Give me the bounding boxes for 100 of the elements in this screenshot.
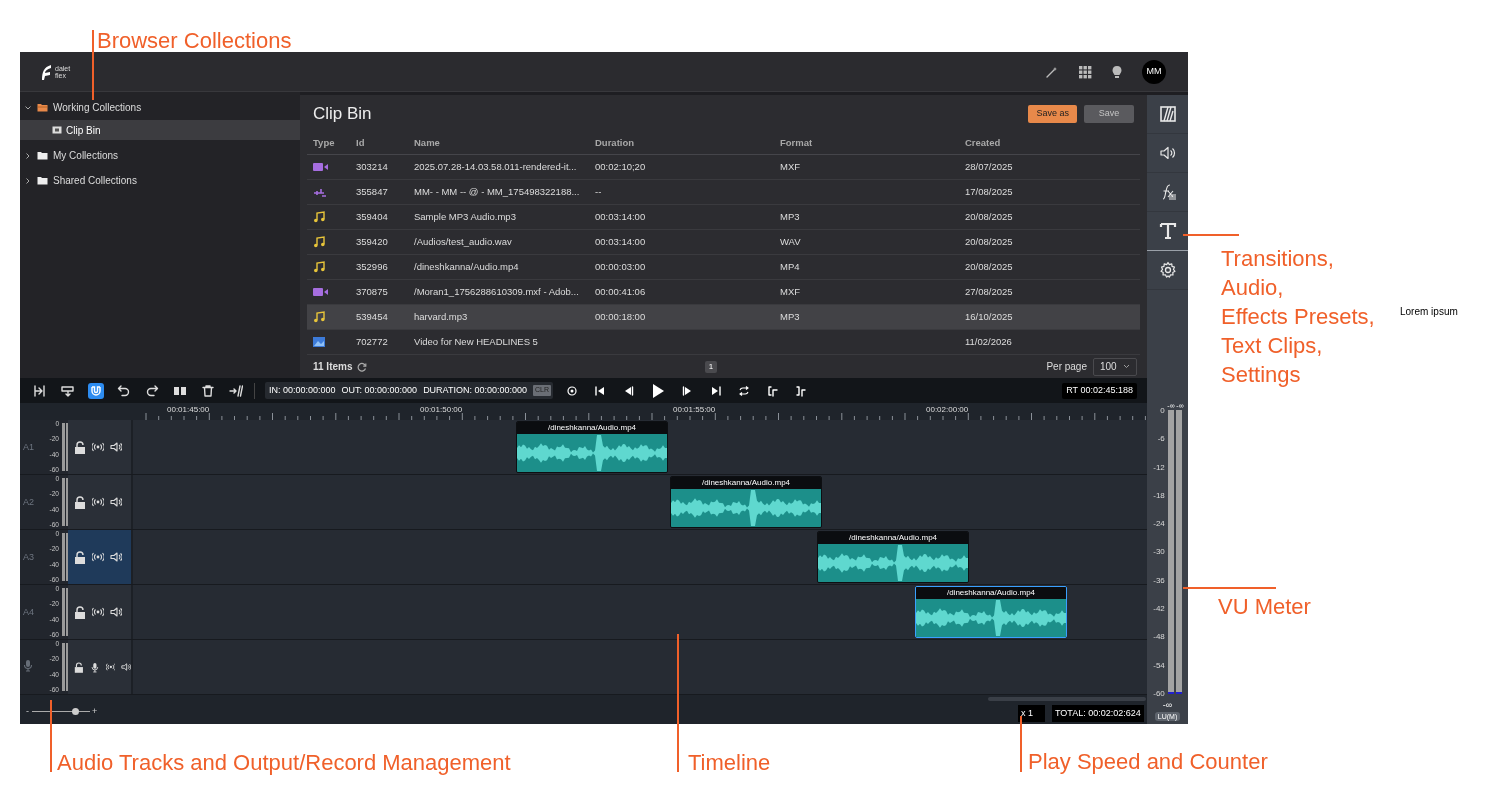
collection-item[interactable]: My Collections (20, 143, 300, 168)
lightbulb-icon[interactable] (1111, 64, 1123, 79)
microphone-icon (22, 659, 34, 672)
skip-end-icon[interactable] (710, 384, 723, 397)
track-lane[interactable]: /dineshkanna/Audio.mp4 (131, 420, 1147, 474)
ruler-label: 00:01:50:00 (420, 404, 463, 416)
column-header[interactable]: Name (414, 136, 595, 151)
table-row[interactable]: 355847 MM- - MM -- @ - MM_175498322188... -- 17/08/2025 (307, 180, 1140, 205)
track-lane[interactable]: /dineshkanna/Audio.mp4 (131, 475, 1147, 529)
column-header[interactable]: Format (780, 136, 965, 151)
refresh-icon[interactable] (357, 361, 368, 372)
track-lane[interactable]: /dineshkanna/Audio.mp4 (131, 585, 1147, 639)
zoom-slider-thumb[interactable] (72, 708, 79, 715)
image-icon (313, 337, 325, 347)
speaker-icon[interactable] (110, 441, 122, 453)
zoom-in-label[interactable]: + (92, 705, 98, 719)
collection-item[interactable]: Clip Bin (20, 120, 300, 140)
table-row[interactable]: 352996 /dineshkanna/Audio.mp4 00:00:03:00 MP4 20/08/2025 (307, 255, 1140, 280)
track-label: A3 (23, 551, 34, 564)
table-row[interactable]: 359420 /Audios/test_audio.wav 00:03:14:00 WAV 20/08/2025 (307, 230, 1140, 255)
padlock-icon[interactable] (74, 440, 86, 454)
table-row[interactable]: 303214 2025.07.28-14.03.58.011-rendered-it... 00:02:10;20 MXF 28/07/2025 (307, 155, 1140, 180)
broadcast-icon[interactable] (92, 606, 104, 618)
music-note-icon (313, 211, 325, 223)
table-cell-text: 00:00:03:00 (595, 259, 647, 274)
page-number[interactable]: 1 (705, 361, 717, 373)
broadcast-icon[interactable] (105, 661, 116, 673)
ruler-label: 00:01:45:00 (167, 404, 210, 416)
microphone-icon[interactable] (89, 660, 100, 674)
play-speed[interactable]: x 1 (1018, 705, 1045, 722)
apps-grid-icon[interactable] (1078, 64, 1092, 79)
callout-label: Play Speed and Counter (1028, 749, 1268, 775)
meter-floor-label: -∞ (1162, 700, 1173, 710)
table-cell-text: 359420 (356, 234, 389, 249)
column-header[interactable]: Type (313, 136, 356, 151)
per-page-select[interactable]: 100 (1093, 357, 1137, 376)
table-cell-text: Video for New HEADLINES 5 (414, 334, 539, 349)
broadcast-icon[interactable] (92, 496, 104, 508)
speaker-icon[interactable] (110, 606, 122, 618)
track-label: A4 (23, 606, 34, 619)
folder-icon (37, 176, 48, 185)
meter-scale-label: -12 (1153, 462, 1165, 472)
table-row[interactable]: 359404 Sample MP3 Audio.mp3 00:03:14:00 MP3 20/08/2025 (307, 205, 1140, 230)
broadcast-icon[interactable] (92, 551, 104, 563)
padlock-icon[interactable] (74, 550, 86, 564)
column-header[interactable]: Duration (595, 136, 780, 151)
leader-line (50, 700, 52, 772)
track-lane[interactable]: /dineshkanna/Audio.mp4 (131, 530, 1147, 584)
collection-item[interactable]: Working Collections (20, 95, 300, 120)
table-cell-text: 11/02/2026 (965, 334, 1013, 349)
table-row[interactable]: 539454 harvard.mp3 00:00:18:00 MP3 16/10/2025 (307, 305, 1140, 330)
mark-in-icon[interactable] (766, 384, 779, 397)
gear-icon (1158, 261, 1177, 279)
item-count: 11 Items (313, 360, 353, 374)
column-header[interactable]: Id (356, 136, 414, 151)
record-icon[interactable] (566, 384, 579, 397)
ripple-icon (229, 383, 243, 398)
speaker-icon[interactable] (121, 661, 131, 673)
leader-line (1020, 716, 1022, 772)
table-cell-text: 20/08/2025 (965, 209, 1014, 224)
undo-icon (117, 383, 131, 398)
table-cell-text: /Audios/test_audio.wav (414, 234, 513, 249)
toolbar-button[interactable] (200, 382, 216, 399)
table-cell-text: 539454 (356, 309, 389, 324)
padlock-icon[interactable] (74, 605, 86, 619)
table-cell-text: MP4 (780, 259, 801, 274)
broadcast-icon[interactable] (92, 441, 104, 453)
padlock-icon[interactable] (74, 495, 86, 509)
chevron-right-icon[interactable] (24, 151, 32, 160)
track-label: A1 (23, 441, 34, 454)
chevron-right-icon[interactable] (24, 176, 32, 185)
audio-clip[interactable]: /dineshkanna/Audio.mp4 (817, 531, 969, 583)
audio-clip[interactable]: /dineshkanna/Audio.mp4 (670, 476, 822, 528)
padlock-icon[interactable] (74, 660, 84, 674)
user-avatar[interactable]: MM (1142, 59, 1166, 84)
audio-clip[interactable]: /dineshkanna/Audio.mp4 (516, 421, 668, 473)
timecode-text: DURATION: 00:00:00:000 (423, 383, 527, 397)
table-row[interactable]: 702772 Video for New HEADLINES 5 11/02/2026 (307, 330, 1140, 355)
table-cell-text: 20/08/2025 (965, 234, 1014, 249)
mark-out-icon[interactable] (794, 384, 807, 397)
toolbar-button[interactable] (228, 382, 244, 399)
callout-label: Browser Collections (97, 28, 292, 54)
speaker-icon[interactable] (110, 496, 122, 508)
save-as-button[interactable]: Save as (1028, 105, 1077, 123)
chevron-down-icon[interactable] (24, 103, 32, 112)
bin-icon (52, 126, 62, 134)
meter-scale-label: -24 (1153, 519, 1165, 529)
toolbar-button[interactable] (88, 382, 104, 399)
column-header[interactable]: Created (965, 136, 1140, 151)
speaker-icon[interactable] (110, 551, 122, 563)
loop-icon[interactable] (738, 384, 751, 397)
per-page-label: Per page (1046, 360, 1087, 374)
track-label: A2 (23, 496, 34, 509)
table-cell-text: 00:03:14:00 (595, 234, 647, 249)
skip-start-icon[interactable] (594, 384, 607, 397)
audio-clip[interactable]: /dineshkanna/Audio.mp4 (915, 586, 1067, 638)
zoom-out-label[interactable]: - (26, 705, 29, 719)
collection-item[interactable]: Shared Collections (20, 168, 300, 193)
table-cell-text: -- (595, 184, 603, 199)
toolbar-button[interactable] (32, 382, 48, 399)
